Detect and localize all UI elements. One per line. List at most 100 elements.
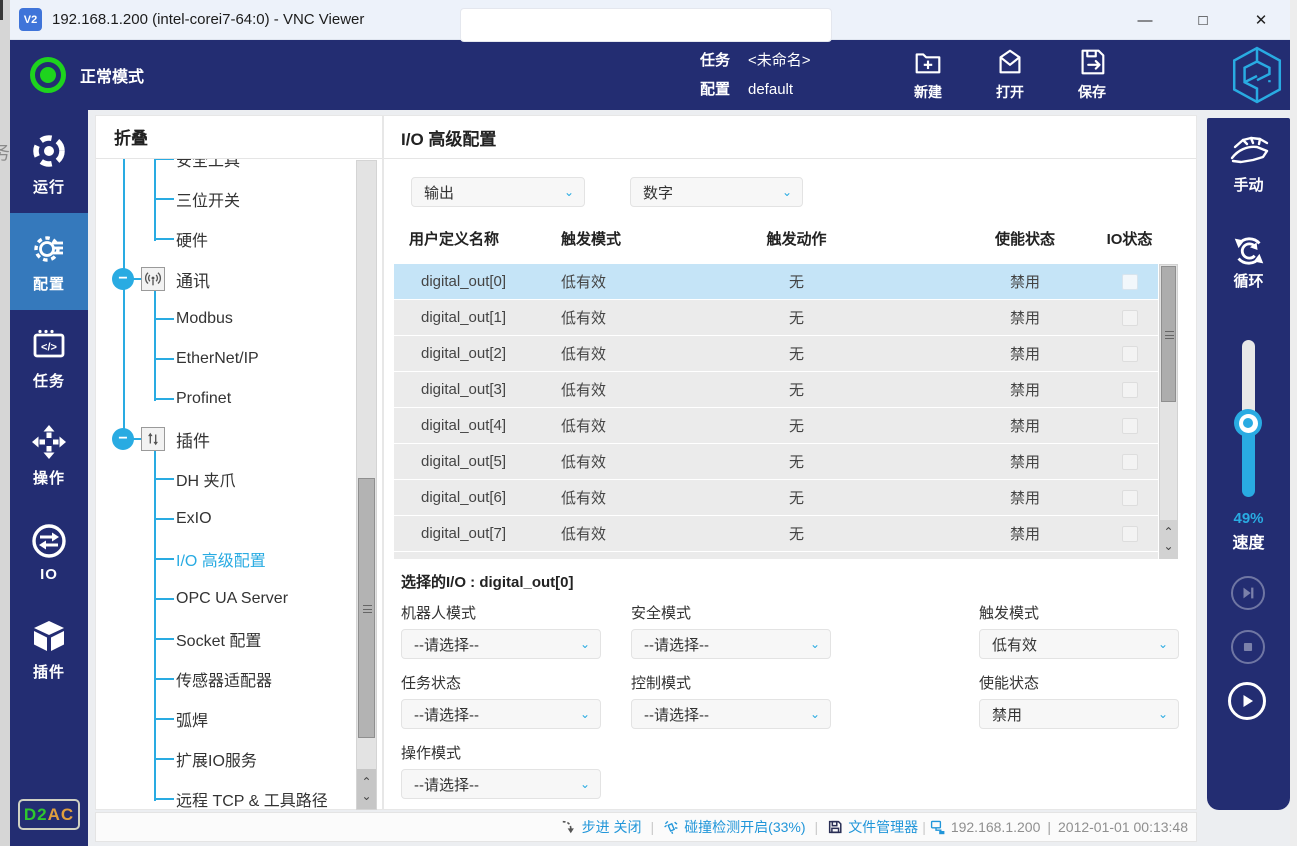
tree-item[interactable]: I/O 高级配置 — [96, 539, 354, 579]
io-state-checkbox[interactable] — [1122, 382, 1138, 398]
header-action-0[interactable]: 新建 — [900, 46, 956, 102]
collision-detection-status[interactable]: 碰撞检测开启(33%) — [663, 817, 805, 837]
scroll-down-icon[interactable]: ⌄ — [1163, 540, 1173, 552]
table-row[interactable]: digital_out[0] 低有效 无 禁用 — [394, 264, 1158, 299]
svg-text:</>: </> — [41, 341, 57, 353]
io-state-checkbox[interactable] — [1122, 454, 1138, 470]
table-scroll-buttons[interactable]: ⌃⌄ — [1160, 520, 1177, 558]
desktop-artifact — [0, 0, 3, 20]
tree-scrollbar[interactable]: ⌃⌄ — [356, 160, 377, 810]
tree-item[interactable]: Modbus — [96, 299, 354, 339]
collapse-toggle-icon[interactable]: − — [112, 268, 134, 290]
tree-item[interactable]: 扩展IO服务 — [96, 739, 354, 779]
scroll-up-icon[interactable]: ⌃ — [1163, 526, 1173, 538]
field-select[interactable]: 禁用 ⌄ — [979, 699, 1179, 729]
field-select[interactable]: --请选择-- ⌄ — [401, 699, 601, 729]
io-state-checkbox[interactable] — [1122, 490, 1138, 506]
tree-item[interactable]: 传感器适配器 — [96, 659, 354, 699]
table-row[interactable]: digital_out[2] 低有效 无 禁用 — [394, 336, 1158, 371]
nav-item-2[interactable]: </> 任务 — [10, 310, 88, 407]
field-select[interactable]: --请选择-- ⌄ — [401, 769, 601, 799]
nav-item-0[interactable]: 运行 — [10, 116, 88, 213]
form-field-1: 安全模式 --请选择-- ⌄ — [631, 602, 831, 659]
scrollbar-grip — [1165, 331, 1174, 339]
io-state-checkbox[interactable] — [1122, 418, 1138, 434]
table-row[interactable]: digital_out[1] 低有效 无 禁用 — [394, 300, 1158, 335]
page-title: I/O 高级配置 — [401, 125, 496, 150]
tree-item[interactable]: ExIO — [96, 499, 354, 539]
table-row[interactable]: digital_out[5] 低有效 无 禁用 — [394, 444, 1158, 479]
field-label: 使能状态 — [979, 672, 1179, 693]
table-scrollbar-thumb[interactable] — [1161, 266, 1176, 402]
io-direction-select[interactable]: 输出⌄ — [411, 177, 585, 207]
field-select[interactable]: --请选择-- ⌄ — [401, 629, 601, 659]
scrollbar-grip — [363, 605, 372, 613]
table-row[interactable]: digital_out[7] 低有效 无 禁用 — [394, 516, 1158, 551]
table-scrollbar[interactable]: ⌃⌄ — [1159, 264, 1178, 559]
table-row[interactable]: digital_out[6] 低有效 无 禁用 — [394, 480, 1158, 515]
nav-item-4[interactable]: IO — [10, 504, 88, 601]
file-manager-button[interactable]: 文件管理器 — [827, 817, 918, 837]
network-icon — [930, 819, 946, 835]
table-row[interactable]: digital_out[3] 低有效 无 禁用 — [394, 372, 1158, 407]
nav-item-3[interactable]: 操作 — [10, 407, 88, 504]
vnc-floating-toolbar[interactable] — [460, 8, 832, 42]
tree-item[interactable]: − 通讯 — [96, 259, 354, 299]
io-type-select[interactable]: 数字⌄ — [630, 177, 803, 207]
floppy-disk-icon — [827, 819, 843, 835]
scroll-up-icon[interactable]: ⌃ — [361, 776, 371, 788]
header-action-1[interactable]: 打开 — [982, 46, 1038, 102]
manual-mode-button[interactable] — [1207, 134, 1290, 170]
tree-scroll-buttons[interactable]: ⌃⌄ — [357, 769, 376, 809]
speed-slider[interactable] — [1242, 340, 1255, 497]
tree-item[interactable]: 三位开关 — [96, 179, 354, 219]
step-status[interactable]: 步进 关闭 — [561, 817, 642, 837]
tree-item[interactable]: Socket 配置 — [96, 619, 354, 659]
slider-thumb[interactable] — [1234, 409, 1262, 437]
field-select[interactable]: --请选择-- ⌄ — [631, 699, 831, 729]
play-button[interactable] — [1228, 682, 1266, 720]
header-action-2[interactable]: 保存 — [1064, 46, 1120, 102]
step-forward-button[interactable] — [1231, 576, 1265, 610]
tree-item[interactable]: Profinet — [96, 379, 354, 419]
tree-item[interactable]: − 插件 — [96, 419, 354, 459]
step-arrow-icon — [561, 819, 577, 835]
network-status: 192.168.1.200 | 2012-01-01 00:13:48 — [930, 819, 1188, 835]
nav-item-5[interactable]: 插件 — [10, 601, 88, 698]
cycle-mode-button[interactable] — [1207, 232, 1290, 270]
stop-button[interactable] — [1231, 630, 1265, 664]
col-header-trigger-mode: 触发模式 — [561, 228, 694, 249]
stop-icon — [1239, 638, 1257, 656]
tree-item[interactable]: EtherNet/IP — [96, 339, 354, 379]
config-tree-panel: 折叠 安全工具 三位开关 硬件 − 通讯 Modbus — [95, 115, 383, 810]
io-state-checkbox[interactable] — [1122, 346, 1138, 362]
scroll-down-icon[interactable]: ⌄ — [361, 790, 371, 802]
io-state-checkbox[interactable] — [1122, 274, 1138, 290]
field-select[interactable]: 低有效 ⌄ — [979, 629, 1179, 659]
minimize-button[interactable]: — — [1116, 0, 1174, 40]
close-button[interactable]: ✕ — [1232, 0, 1290, 40]
chevron-down-icon: ⌄ — [1158, 637, 1168, 651]
tree-item[interactable]: DH 夹爪 — [96, 459, 354, 499]
tree-item[interactable]: 远程 TCP & 工具路径 — [96, 779, 354, 810]
tree-item[interactable]: 硬件 — [96, 219, 354, 259]
tree-item-label: 传感器适配器 — [176, 667, 272, 691]
collapse-toggle-icon[interactable]: − — [112, 428, 134, 450]
tree-scrollbar-thumb[interactable] — [358, 478, 375, 738]
io-icon — [31, 523, 67, 559]
maximize-button[interactable]: □ — [1174, 0, 1232, 40]
io-state-checkbox[interactable] — [1122, 526, 1138, 542]
field-select[interactable]: --请选择-- ⌄ — [631, 629, 831, 659]
io-state-checkbox[interactable] — [1122, 310, 1138, 326]
tree-item[interactable]: OPC UA Server — [96, 579, 354, 619]
tree-item[interactable]: 安全工具 — [96, 159, 354, 179]
brand-badge[interactable]: D2AC — [18, 799, 80, 830]
tree-item[interactable]: 弧焊 — [96, 699, 354, 739]
tree-connector — [154, 238, 174, 240]
tree-connector — [154, 558, 174, 560]
nav-item-1[interactable]: 配置 — [10, 213, 88, 310]
table-row[interactable]: digital_out[4] 低有效 无 禁用 — [394, 408, 1158, 443]
table-row[interactable]: digital_out[8] 低有效 无 禁用 — [394, 552, 1158, 559]
field-label: 控制模式 — [631, 672, 831, 693]
tree-collapse-header[interactable]: 折叠 — [114, 124, 148, 149]
